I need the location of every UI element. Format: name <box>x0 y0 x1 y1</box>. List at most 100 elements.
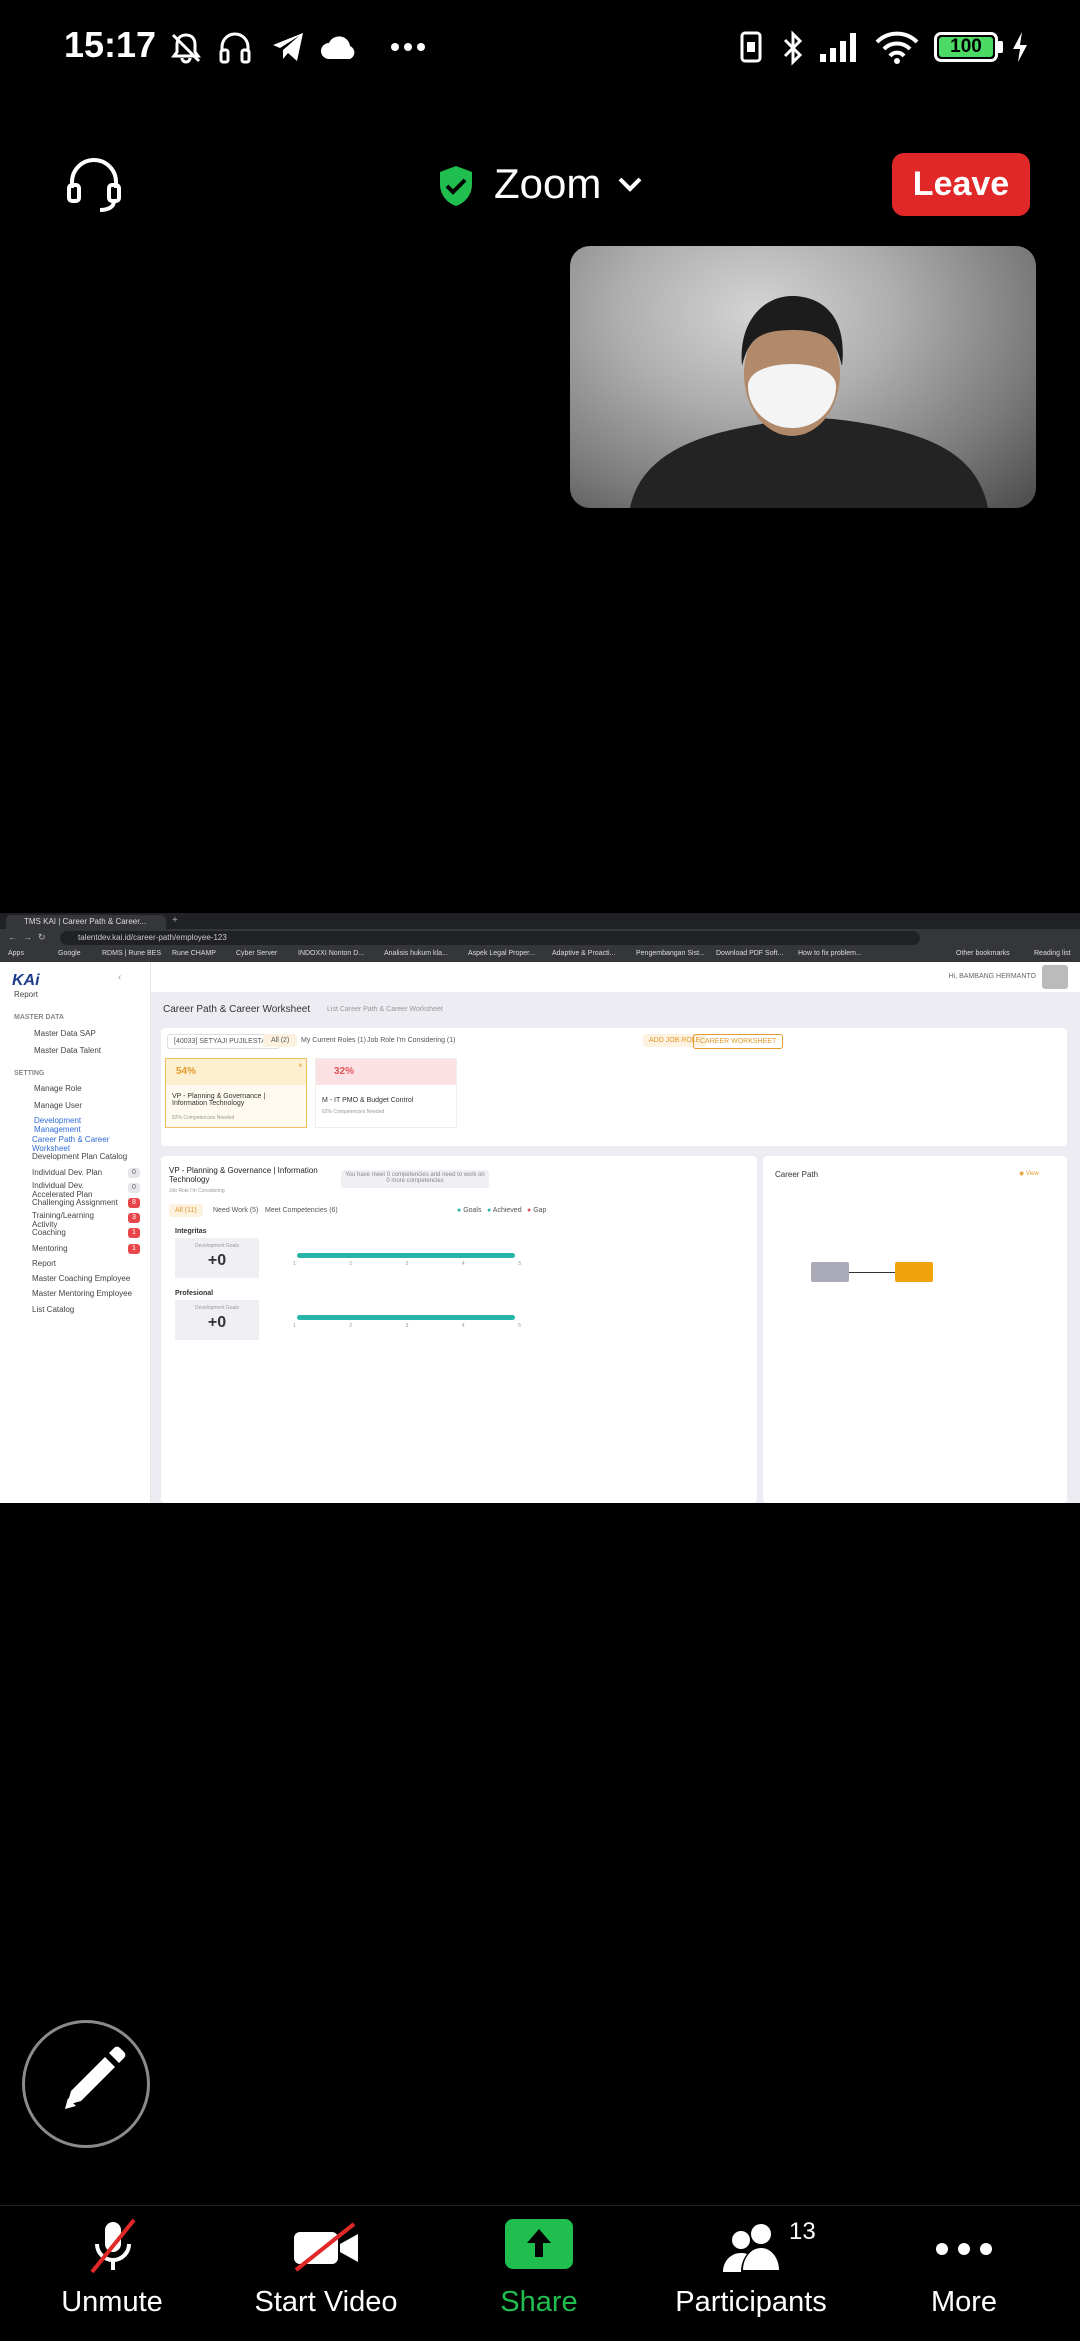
more-notifications-icon <box>391 43 425 51</box>
sidebar-item-career-path[interactable]: Career Path & Career Worksheet <box>32 1135 116 1153</box>
sidebar-badge: 1 <box>128 1228 140 1238</box>
cloud-icon <box>321 36 355 59</box>
tab-all[interactable]: All (11) <box>169 1204 203 1217</box>
sidebar-item[interactable]: Mentoring <box>32 1244 68 1253</box>
page-title: Career Path & Career Worksheet <box>163 1004 311 1015</box>
shared-screen[interactable]: TMS KAI | Career Path & Career... + ←→↻ … <box>0 913 1080 1503</box>
filter-all[interactable]: All (2) <box>263 1034 298 1047</box>
start-video-label: Start Video <box>254 2286 398 2318</box>
browser-url-field[interactable]: talentdev.kai.id/career-path/employee-12… <box>60 931 920 945</box>
bookmark[interactable]: Aspek Legal Proper... <box>468 950 535 957</box>
bookmark[interactable]: Analisis hukum kla... <box>384 950 448 957</box>
filter-considering[interactable]: Job Role I'm Considering (1) <box>367 1037 455 1044</box>
participants-button[interactable]: 13 Participants <box>651 2206 851 2341</box>
sidebar-item[interactable]: Training/Learning Activity <box>32 1211 112 1229</box>
role-match-percent: 32% <box>334 1066 355 1077</box>
sidebar-item[interactable]: Report <box>32 1259 56 1268</box>
bookmark[interactable]: Reading list <box>1034 950 1071 957</box>
annotate-button[interactable] <box>22 2020 150 2148</box>
unmute-button[interactable]: Unmute <box>12 2206 212 2341</box>
development-goal-box: Development Goals +0 <box>175 1238 259 1278</box>
career-worksheet-button[interactable]: CAREER WORKSHEET <box>693 1034 784 1049</box>
sidebar-item[interactable]: List Catalog <box>32 1305 74 1314</box>
share-button[interactable]: Share <box>439 2206 639 2341</box>
cellular-signal-icon <box>820 33 856 62</box>
role-match-percent: 54% <box>176 1066 197 1077</box>
more-button[interactable]: More <box>864 2206 1064 2341</box>
role-card[interactable]: 32% M - IT PMO & Budget Control 62% Comp… <box>315 1058 457 1128</box>
role-subtitle: 82% Competencies Needed <box>172 1115 235 1121</box>
more-label: More <box>930 2286 998 2318</box>
sidebar-section-setting: SETTING <box>14 1070 45 1077</box>
scale-label: 3 <box>405 1261 409 1267</box>
sidebar-badge: 3 <box>128 1213 140 1223</box>
screen-rotate-icon <box>740 31 762 63</box>
user-greeting[interactable]: Hi, BAMBANG HERMANTO <box>949 973 1036 980</box>
sidebar-item-manage-role[interactable]: Manage Role <box>34 1084 82 1093</box>
bluetooth-icon <box>783 30 803 66</box>
career-filter-card: [40033] SETYAJI PUJILESTARI All (2) My C… <box>161 1028 1067 1146</box>
bookmark[interactable]: RDMS | Rune BES <box>102 950 161 957</box>
tab-meet-competencies[interactable]: Meet Competencies (6) <box>265 1207 338 1214</box>
legend-achieved-label: Achieved <box>492 1207 522 1214</box>
bookmark[interactable]: Google <box>58 950 81 957</box>
status-time: 15:17 <box>64 24 157 65</box>
sidebar-item-master-data-sap[interactable]: Master Data SAP <box>34 1029 96 1038</box>
new-tab-icon[interactable]: + <box>172 915 178 926</box>
role-title: M - IT PMO & Budget Control <box>322 1097 414 1104</box>
breadcrumb[interactable]: List Career Path & Career Worksheet <box>327 1006 443 1013</box>
filter-current-roles[interactable]: My Current Roles (1) <box>301 1037 366 1044</box>
sidebar-item[interactable]: Coaching <box>32 1228 66 1237</box>
audio-headset-icon[interactable] <box>64 158 124 214</box>
competency-name: Integritas <box>175 1228 207 1235</box>
browser-address-row: ←→↻ talentdev.kai.id/career-path/employe… <box>0 929 1080 947</box>
competency-name: Profesional <box>175 1290 214 1297</box>
bookmark[interactable]: Apps <box>8 950 24 957</box>
browser-tab[interactable]: TMS KAI | Career Path & Career... <box>6 915 166 929</box>
sidebar-item[interactable]: Development Plan Catalog <box>32 1152 127 1161</box>
career-path-view-label: View <box>1025 1171 1039 1177</box>
bookmark[interactable]: Other bookmarks <box>956 950 1010 957</box>
development-goal-box: Development Goals +0 <box>175 1300 259 1340</box>
sidebar-item[interactable]: Individual Dev. Accelerated Plan <box>32 1181 112 1199</box>
bookmark[interactable]: Rune CHAMP <box>172 950 216 957</box>
career-path-connector <box>849 1272 895 1273</box>
career-path-view-link[interactable]: ◉ View <box>1019 1170 1039 1177</box>
sidebar-item[interactable]: Master Mentoring Employee <box>32 1289 132 1298</box>
start-video-button[interactable]: Start Video <box>226 2206 426 2341</box>
role-card[interactable]: 54% × VP - Planning & Governance | Infor… <box>165 1058 307 1128</box>
wifi-icon <box>875 31 919 64</box>
sidebar-item-manage-user[interactable]: Manage User <box>34 1101 82 1110</box>
sidebar-item-master-data-talent[interactable]: Master Data Talent <box>34 1046 101 1055</box>
bookmark[interactable]: INDOXXI Nonton D... <box>298 950 364 957</box>
scale-label: 4 <box>461 1261 465 1267</box>
legend-gap: ● Gap <box>527 1207 547 1214</box>
share-arrow-icon <box>527 2229 551 2257</box>
bookmark[interactable]: Download PDF Soft... <box>716 950 783 957</box>
meeting-title[interactable]: Zoom <box>494 160 601 208</box>
browser-nav-icon[interactable]: ←→↻ <box>8 932 52 943</box>
sidebar-item[interactable]: Master Coaching Employee <box>32 1274 130 1283</box>
sidebar-item[interactable]: Individual Dev. Plan <box>32 1168 102 1177</box>
headset-icon <box>219 32 251 64</box>
participant-video-tile[interactable] <box>570 246 1036 508</box>
bookmark[interactable]: Adaptive & Proacti... <box>552 950 615 957</box>
bookmark[interactable]: How to fix problem... <box>798 950 862 957</box>
career-path-node-target[interactable] <box>895 1262 933 1282</box>
sidebar-collapse-icon[interactable]: ‹ <box>118 972 121 983</box>
meeting-toolbar: Unmute Start Video Share 13 Participants <box>0 2205 1080 2341</box>
sidebar-item[interactable]: Challenging Assignment <box>32 1198 118 1207</box>
scale-label: 2 <box>349 1261 353 1267</box>
chevron-down-icon[interactable] <box>616 174 644 194</box>
career-path-node-current[interactable] <box>811 1262 849 1282</box>
leave-button[interactable]: Leave <box>892 153 1030 216</box>
scale-label: 1 <box>293 1323 296 1329</box>
close-icon[interactable]: × <box>298 1061 303 1070</box>
avatar[interactable] <box>1042 965 1068 989</box>
tab-need-work[interactable]: Need Work (5) <box>213 1207 258 1214</box>
bookmark[interactable]: Cyber Server <box>236 950 277 957</box>
bookmark[interactable]: Pengembangan Sist... <box>636 950 705 957</box>
app-sidebar: KAi ‹ Report MASTER DATA Master Data SAP… <box>0 962 151 1503</box>
sidebar-item-report-top[interactable]: Report <box>14 990 38 999</box>
sidebar-item-development-management[interactable]: Development Management <box>34 1116 114 1134</box>
